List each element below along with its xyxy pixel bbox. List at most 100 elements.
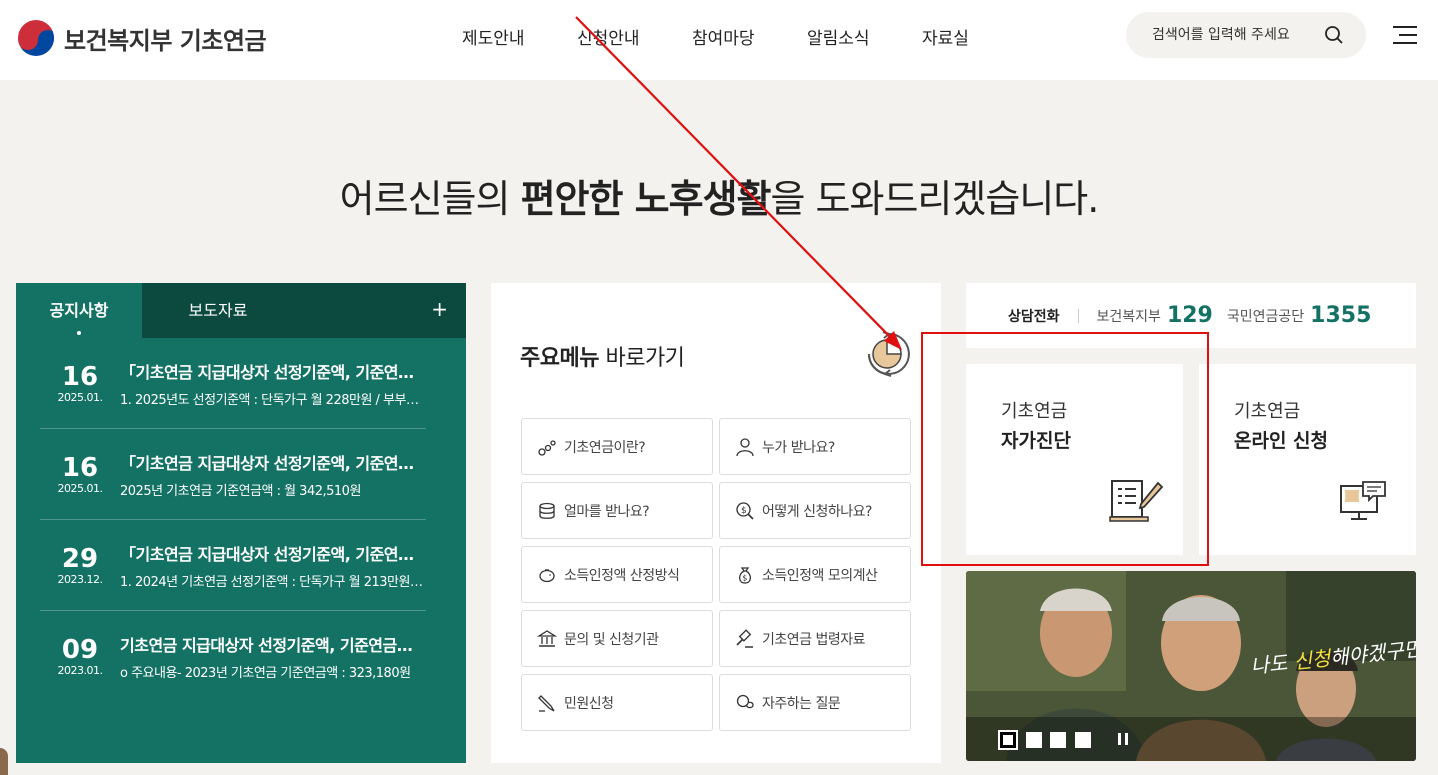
annotation-highlight-box bbox=[921, 332, 1209, 566]
notice-title[interactable]: 「기초연금 지급대상자 선정기준액, 기준연금… bbox=[120, 359, 426, 383]
notice-desc: o 주요내용- 2023년 기초연금 기준연금액 : 323,180원 bbox=[120, 666, 411, 681]
chat-bubbles-icon bbox=[736, 694, 754, 708]
quick-btn-law[interactable]: 기초연금 법령자료 bbox=[719, 610, 911, 667]
quick-menu-title: 주요메뉴 바로가기 bbox=[520, 340, 685, 372]
notice-day: 16 bbox=[61, 361, 99, 392]
logo-text: 보건복지부 기초연금 bbox=[64, 26, 267, 55]
online-application-card[interactable]: 기초연금 온라인 신청 bbox=[1199, 364, 1416, 555]
banner-controls bbox=[966, 717, 1416, 761]
notice-year-month: 2023.01. bbox=[57, 664, 103, 677]
quick-btn-label: 기초연금 법령자료 bbox=[762, 631, 866, 648]
pen-icon bbox=[538, 694, 555, 712]
notice-text: 「기초연금 지급대상자 선정기준액, 기준연금… 1. 2024년 기초연금 선… bbox=[120, 541, 426, 590]
more-plus-icon[interactable]: + bbox=[431, 297, 448, 321]
svg-text:$: $ bbox=[742, 573, 747, 582]
hotline-number-1355[interactable]: 1355 bbox=[1310, 303, 1371, 328]
quick-btn-income-sim[interactable]: $ 소득인정액 모의계산 bbox=[719, 546, 911, 603]
notice-panel: 공지사항 보도자료 + 16 2025.01. 「기초연금 지급대상자 선정기준… bbox=[16, 283, 466, 763]
piggy-bank-icon bbox=[539, 568, 555, 582]
notice-desc: 1. 2024년 기초연금 선정기준액 : 단독가구 월 213만원 /… bbox=[120, 574, 426, 590]
hotline-number-129[interactable]: 129 bbox=[1167, 303, 1213, 328]
quick-btn-label: 문의 및 신청기관 bbox=[564, 631, 659, 648]
quick-btn-label: 누가 받나요? bbox=[762, 439, 835, 456]
hotline-org-mohw: 보건복지부 bbox=[1096, 308, 1161, 325]
gavel-icon bbox=[736, 628, 753, 648]
notice-item[interactable]: 29 2023.12. 「기초연금 지급대상자 선정기준액, 기준연금… 1. … bbox=[40, 520, 426, 611]
hotline-org-nps: 국민연금공단 bbox=[1226, 308, 1305, 325]
pause-icon[interactable] bbox=[1118, 733, 1130, 747]
notice-desc: 1. 2025년도 선정기준액 : 단독가구 월 228만원 / 부부… bbox=[120, 392, 419, 408]
quick-title-rest: 바로가기 bbox=[598, 346, 685, 371]
notice-title[interactable]: 「기초연금 지급대상자 선정기준액, 기준연금… bbox=[120, 541, 426, 565]
notice-date: 29 2023.12. bbox=[40, 545, 120, 586]
notice-item[interactable]: 09 2023.01. 기초연금 지급대상자 선정기준액, 기준연금액… o 주… bbox=[40, 611, 427, 702]
magnifier-dollar-icon: $ bbox=[736, 501, 754, 520]
banner-text-b: 신청 bbox=[1292, 646, 1332, 674]
pie-chart-cycle-icon bbox=[867, 331, 910, 377]
slide-dot-1[interactable] bbox=[1000, 732, 1016, 748]
quick-btn-label: 소득인정액 산정방식 bbox=[564, 567, 680, 584]
hero-suffix: 을 도와드리겠습니다. bbox=[770, 177, 1100, 221]
notice-title[interactable]: 기초연금 지급대상자 선정기준액, 기준연금액… bbox=[120, 632, 426, 656]
promo-banner[interactable]: 나도 신청해야겠구먼! bbox=[966, 571, 1416, 761]
quick-btn-label: 얼마를 받나요? bbox=[564, 503, 650, 520]
notice-text: 「기초연금 지급대상자 선정기준액, 기준연금… 1. 2025년도 선정기준액… bbox=[120, 359, 426, 408]
notice-desc: 2025년 기초연금 기준연금액 : 월 342,510원 bbox=[120, 483, 361, 499]
tab-notices[interactable]: 공지사항 bbox=[16, 283, 142, 338]
nav-item-application[interactable]: 신청안내 bbox=[577, 24, 692, 49]
quick-btn-label: 민원신청 bbox=[564, 695, 614, 712]
bank-icon bbox=[537, 629, 557, 647]
quick-btn-label: 자주하는 질문 bbox=[762, 695, 841, 712]
hamburger-menu-icon[interactable] bbox=[1393, 26, 1417, 44]
nav-item-participation[interactable]: 참여마당 bbox=[692, 24, 807, 49]
search-icon[interactable] bbox=[1324, 25, 1344, 45]
quick-btn-how-apply[interactable]: $ 어떻게 신청하나요? bbox=[719, 482, 911, 539]
quick-btn-label: 소득인정액 모의계산 bbox=[762, 567, 878, 584]
notice-day: 29 bbox=[61, 543, 99, 574]
notice-item[interactable]: 16 2025.01. 「기초연금 지급대상자 선정기준액, 기준연금… 202… bbox=[40, 429, 426, 520]
site-header: 보건복지부 기초연금 제도안내 신청안내 참여마당 알림소식 자료실 bbox=[0, 0, 1438, 80]
slide-dot-3[interactable] bbox=[1050, 732, 1066, 748]
svg-text:$: $ bbox=[741, 506, 746, 516]
notice-year-month: 2025.01. bbox=[57, 481, 103, 495]
hero-title: 어르신들의 편안한 노후생활을 도와드리겠습니다. bbox=[0, 168, 1438, 223]
quick-btn-income-method[interactable]: 소득인정액 산정방식 bbox=[521, 546, 713, 603]
quick-btn-civil[interactable]: 민원신청 bbox=[521, 674, 713, 731]
quick-title-bold: 주요메뉴 bbox=[520, 346, 599, 371]
nav-item-archive[interactable]: 자료실 bbox=[922, 24, 1037, 49]
taegeuk-emblem-icon bbox=[16, 18, 56, 58]
slide-dot-4[interactable] bbox=[1075, 732, 1091, 748]
notice-item[interactable]: 16 2025.01. 「기초연금 지급대상자 선정기준액, 기준연금… 1. … bbox=[40, 338, 426, 429]
notice-title[interactable]: 「기초연금 지급대상자 선정기준액, 기준연금… bbox=[120, 450, 426, 474]
notice-text: 기초연금 지급대상자 선정기준액, 기준연금액… o 주요내용- 2023년 기… bbox=[120, 632, 426, 681]
quick-btn-how-much[interactable]: 얼마를 받나요? bbox=[521, 482, 713, 539]
hero-bold: 편안한 노후생활 bbox=[520, 177, 772, 221]
site-logo[interactable]: 보건복지부 기초연금 bbox=[16, 18, 267, 58]
person-icon bbox=[736, 437, 754, 456]
money-bag-icon: $ bbox=[738, 566, 752, 584]
quick-btn-who[interactable]: 누가 받나요? bbox=[719, 418, 911, 475]
monitor-chat-icon bbox=[1340, 481, 1386, 520]
quick-menu-panel: 주요메뉴 바로가기 기초연금이란? 누가 받나요? 얼마를 받나요? $ 어떻게… bbox=[491, 283, 941, 763]
notice-date: 16 2025.01. bbox=[40, 454, 120, 495]
notice-day: 09 bbox=[61, 635, 99, 665]
hotline-label: 상담전화 bbox=[1008, 308, 1060, 325]
quick-btn-faq[interactable]: 자주하는 질문 bbox=[719, 674, 911, 731]
banner-text-a: 나도 bbox=[1249, 649, 1295, 679]
notice-tabs: 공지사항 보도자료 + bbox=[16, 283, 466, 338]
quick-btn-what-is[interactable]: 기초연금이란? bbox=[521, 418, 713, 475]
hotline-divider bbox=[1077, 308, 1079, 323]
quick-btn-inquiry-agency[interactable]: 문의 및 신청기관 bbox=[521, 610, 713, 667]
search-box bbox=[1126, 12, 1366, 58]
quick-menu-grid: 기초연금이란? 누가 받나요? 얼마를 받나요? $ 어떻게 신청하나요? 소득… bbox=[521, 418, 911, 731]
coins-growth-icon bbox=[538, 439, 556, 456]
tab-press[interactable]: 보도자료 bbox=[142, 283, 294, 338]
slide-dot-2[interactable] bbox=[1026, 732, 1042, 748]
search-input[interactable] bbox=[1152, 27, 1322, 43]
quick-btn-label: 어떻게 신청하나요? bbox=[762, 503, 872, 520]
nav-item-system[interactable]: 제도안내 bbox=[462, 24, 577, 49]
nav-item-news[interactable]: 알림소식 bbox=[807, 24, 922, 49]
notice-year-month: 2025.01. bbox=[57, 390, 103, 404]
notice-text: 「기초연금 지급대상자 선정기준액, 기준연금… 2025년 기초연금 기준연금… bbox=[120, 450, 426, 499]
quick-btn-label: 기초연금이란? bbox=[564, 439, 646, 456]
